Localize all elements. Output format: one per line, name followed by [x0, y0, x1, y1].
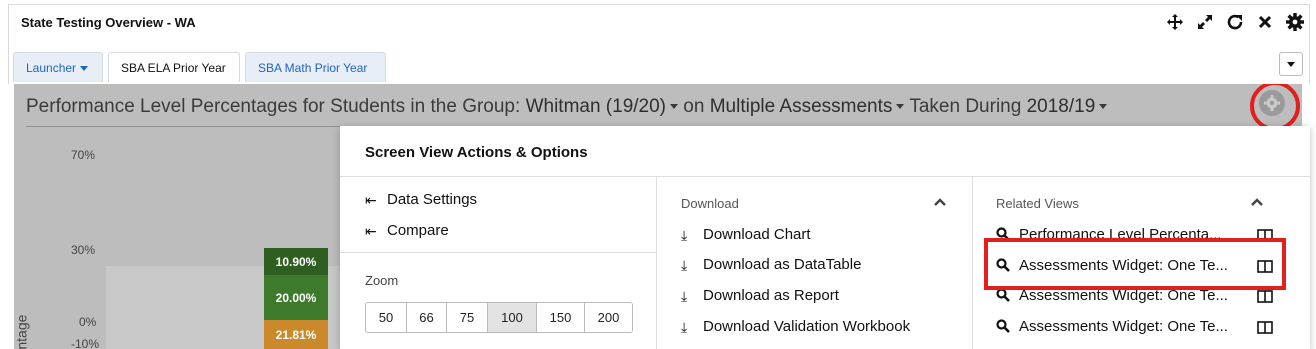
- related-view-item[interactable]: Assessments Widget: One Te...: [996, 318, 1264, 335]
- zoom-100-button[interactable]: 100: [488, 303, 537, 332]
- search-icon: [996, 319, 1010, 333]
- download-chart-label: Download Chart: [703, 226, 811, 243]
- chevron-down-icon: [80, 66, 89, 72]
- y-axis-label: entage: [14, 314, 30, 349]
- download-validation-workbook-link[interactable]: ⤓ Download Validation Workbook: [681, 318, 910, 336]
- heading-on: on: [683, 96, 705, 117]
- y-tick-label: 0%: [79, 315, 97, 329]
- actions-column: ⇤ Data Settings ⇤ Compare Zoom 50 66 75 10…: [340, 177, 657, 349]
- data-settings-label: Data Settings: [387, 191, 478, 208]
- page-title: Performance Level Percentages for Studen…: [26, 96, 1108, 118]
- tab-launcher-label: Launcher: [26, 61, 77, 75]
- tab-bar: Launcher SBA ELA Prior Year SBA Math Pri…: [8, 40, 1310, 84]
- y-tick-label: 30%: [71, 243, 96, 257]
- tab-sba-ela-prior-year[interactable]: SBA ELA Prior Year: [108, 52, 240, 82]
- bar-segment[interactable]: 21.81%: [264, 320, 328, 349]
- y-tick-label: -10%: [71, 337, 100, 349]
- related-view-label: Assessments Widget: One Te...: [1019, 318, 1228, 335]
- download-icon: ⤓: [681, 227, 688, 243]
- related-views-heading: Related Views: [996, 196, 1079, 211]
- compare-label: Compare: [387, 222, 449, 239]
- zoom-button-group: 50 66 75 100 150 200: [365, 302, 633, 333]
- download-report-link[interactable]: ⤓ Download as Report: [681, 287, 839, 305]
- compare-link[interactable]: ⇤ Compare: [365, 222, 449, 240]
- download-chart-link[interactable]: ⤓ Download Chart: [681, 226, 811, 244]
- zoom-200-button[interactable]: 200: [585, 303, 632, 332]
- modal-title: Screen View Actions & Options: [365, 144, 588, 161]
- tab-menu-button[interactable]: [1279, 52, 1303, 76]
- download-report-label: Download as Report: [703, 287, 839, 304]
- tab-sba-math-prior-year[interactable]: SBA Math Prior Year: [245, 52, 386, 82]
- highlight-box: [984, 238, 1286, 290]
- chevron-down-icon: [1287, 61, 1295, 67]
- arrow-left-bar-icon: ⇤: [365, 223, 377, 239]
- zoom-66-button[interactable]: 66: [407, 303, 447, 332]
- data-label: 21.81%: [275, 327, 317, 342]
- widget-titlebar: State Testing Overview - WA: [8, 4, 1310, 40]
- y-tick-label: 70%: [71, 148, 96, 162]
- bar-segment[interactable]: 10.90%: [264, 248, 328, 275]
- open-in-panel-icon[interactable]: [1257, 321, 1273, 334]
- download-icon: ⤓: [681, 319, 688, 335]
- tab-label: SBA Math Prior Year: [258, 61, 368, 75]
- download-validation-label: Download Validation Workbook: [703, 318, 911, 335]
- app-window: State Testing Overview - WA Launcher SBA…: [0, 0, 1316, 349]
- download-datatable-link[interactable]: ⤓ Download as DataTable: [681, 256, 861, 274]
- heading-prefix: Performance Level Percentages for Studen…: [26, 96, 521, 117]
- gear-icon[interactable]: [1285, 11, 1305, 33]
- chevron-down-icon: [670, 104, 679, 110]
- highlight-circle: [1250, 84, 1300, 131]
- download-icon: ⤓: [681, 288, 688, 304]
- tab-label: SBA ELA Prior Year: [121, 61, 226, 75]
- data-label: 20.00%: [275, 290, 317, 305]
- data-settings-link[interactable]: ⇤ Data Settings: [365, 191, 477, 209]
- year-value: 2018/19: [1026, 96, 1096, 117]
- refresh-icon[interactable]: [1225, 11, 1245, 33]
- chevron-up-icon[interactable]: [1250, 195, 1264, 209]
- title-toolbar: [1165, 11, 1305, 33]
- expand-icon[interactable]: [1195, 11, 1215, 33]
- zoom-150-button[interactable]: 150: [537, 303, 585, 332]
- data-label: 10.90%: [275, 254, 317, 269]
- search-icon: [996, 288, 1010, 302]
- chevron-up-icon[interactable]: [933, 195, 947, 209]
- tab-launcher[interactable]: Launcher: [13, 52, 103, 82]
- open-in-panel-icon[interactable]: [1257, 290, 1273, 303]
- close-icon[interactable]: [1255, 11, 1275, 33]
- group-dropdown[interactable]: Whitman (19/20): [525, 96, 679, 117]
- group-value: Whitman (19/20): [525, 96, 667, 117]
- zoom-75-button[interactable]: 75: [447, 303, 488, 332]
- arrow-left-bar-icon: ⇤: [365, 192, 377, 208]
- chevron-down-icon: [896, 104, 905, 110]
- download-datatable-label: Download as DataTable: [703, 256, 862, 273]
- bar-segment[interactable]: 20.00%: [264, 275, 328, 320]
- assessments-dropdown[interactable]: Multiple Assessments: [710, 96, 905, 117]
- download-heading: Download: [681, 196, 739, 211]
- download-icon: ⤓: [681, 257, 688, 273]
- zoom-50-button[interactable]: 50: [366, 303, 407, 332]
- chevron-down-icon: [1099, 104, 1108, 110]
- assessments-value: Multiple Assessments: [709, 96, 893, 117]
- heading-taken: Taken During: [909, 96, 1022, 117]
- divider: [340, 252, 656, 253]
- download-column: Download ⤓ Download Chart ⤓ Download as Da…: [657, 177, 973, 349]
- year-dropdown[interactable]: 2018/19: [1027, 96, 1108, 117]
- zoom-label: Zoom: [365, 273, 399, 288]
- window-title: State Testing Overview - WA: [21, 15, 196, 30]
- move-icon[interactable]: [1165, 11, 1185, 33]
